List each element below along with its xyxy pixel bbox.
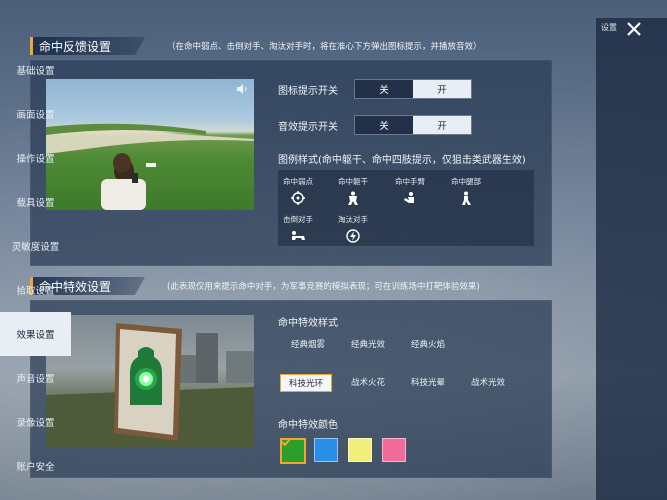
hit-effect-header: 命中特效设置 (此表现仅用来提示命中对手，为军事竞赛的模拟表现；可在训练场中打靶…: [30, 276, 480, 296]
hit-feedback-preview: [46, 79, 254, 210]
color-swatch-yellow[interactable]: [348, 438, 372, 462]
color-swatch-green[interactable]: [280, 438, 306, 464]
leg-icon: [462, 191, 471, 205]
hit-effect-note: (此表现仅用来提示命中对手，为军事竞赛的模拟表现；可在训练场中打靶体验效果): [167, 282, 480, 292]
sidebar-item-pickup[interactable]: 拾取设置: [0, 268, 71, 312]
style-option[interactable]: 战术火花: [342, 374, 394, 390]
sidebar-item-replay[interactable]: 录像设置: [0, 400, 71, 444]
sidebar-item-effects[interactable]: 效果设置: [0, 312, 71, 356]
legend-torso: 命中躯干: [331, 176, 375, 205]
style-label: 命中特效样式: [278, 318, 338, 329]
knockdown-icon: [292, 231, 305, 240]
sidebar-item-basic[interactable]: 基础设置: [0, 48, 71, 92]
sidebar-item-account[interactable]: 账户安全: [0, 444, 71, 488]
icon-toggle-on[interactable]: 开: [413, 80, 471, 98]
sidebar-header: 设置: [601, 23, 617, 32]
sound-toggle[interactable]: 关 开: [354, 115, 472, 135]
sound-toggle-off[interactable]: 关: [355, 116, 413, 134]
legend-weakpoint: 命中弱点: [276, 176, 320, 205]
icon-toggle-label: 图标提示开关: [278, 86, 338, 97]
crosshair-icon: [291, 191, 305, 205]
color-swatch-pink[interactable]: [382, 438, 406, 462]
hit-feedback-header: 命中反馈设置 （在命中弱点、击倒对手、淘汰对手时，将在准心下方弹出图标提示，并播…: [30, 36, 482, 56]
legend-leg: 命中腿部: [444, 176, 488, 205]
style-option[interactable]: 战术光效: [462, 374, 514, 390]
torso-icon: [348, 191, 358, 205]
volume-icon[interactable]: [236, 84, 248, 94]
color-label: 命中特效颜色: [278, 420, 338, 431]
hit-effect-preview: [46, 315, 254, 447]
close-icon[interactable]: [624, 19, 644, 39]
legend-arm: 命中手臂: [388, 176, 432, 205]
hit-feedback-note: （在命中弱点、击倒对手、淘汰对手时，将在准心下方弹出图标提示，并播放音效）: [167, 42, 482, 52]
sound-toggle-label: 音效提示开关: [278, 122, 338, 133]
sidebar-item-controls[interactable]: 操作设置: [0, 136, 71, 180]
sidebar-item-graphics[interactable]: 画面设置: [0, 92, 71, 136]
legend-knockdown: 击倒对手: [276, 214, 320, 241]
style-option[interactable]: 科技光晕: [402, 374, 454, 390]
arm-icon: [404, 192, 414, 203]
sidebar-item-sensitivity[interactable]: 灵敏度设置: [0, 224, 71, 268]
sidebar-item-vehicle[interactable]: 载具设置: [0, 180, 71, 224]
style-option-selected[interactable]: 科技光环: [280, 374, 332, 392]
legend-label: 图例样式(命中躯干、命中四肢提示，仅狙击类武器生效): [278, 155, 526, 166]
eliminate-icon: [346, 229, 360, 243]
style-option[interactable]: 经典光效: [342, 336, 394, 352]
style-option[interactable]: 经典烟雾: [282, 336, 334, 352]
settings-sidebar: [596, 18, 667, 500]
icon-toggle[interactable]: 关 开: [354, 79, 472, 99]
sidebar-item-sound[interactable]: 声音设置: [0, 356, 71, 400]
sound-toggle-on[interactable]: 开: [413, 116, 471, 134]
check-icon: [281, 438, 291, 446]
icon-toggle-off[interactable]: 关: [355, 80, 413, 98]
legend-eliminate: 淘汰对手: [331, 214, 375, 243]
color-swatch-blue[interactable]: [314, 438, 338, 462]
style-option[interactable]: 经典火焰: [402, 336, 454, 352]
